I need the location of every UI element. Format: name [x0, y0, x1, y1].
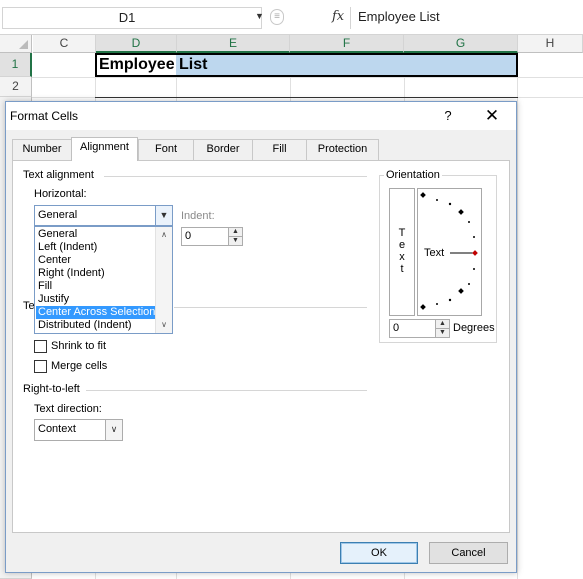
text-direction-value: Context: [38, 423, 76, 435]
column-header-g[interactable]: G: [404, 35, 518, 53]
cell-d1[interactable]: Employee List: [99, 55, 207, 75]
horizontal-label: Horizontal:: [34, 188, 87, 200]
formula-input[interactable]: Employee List: [350, 7, 583, 29]
dialog-title-bar[interactable]: Format Cells ? ✕: [6, 102, 516, 130]
right-to-left-label: Right-to-left: [23, 383, 80, 395]
orientation-dial-text: Text: [424, 247, 445, 259]
option-justify[interactable]: Justify: [36, 293, 155, 306]
tab-border[interactable]: Border: [193, 139, 253, 160]
text-alignment-label: Text alignment: [23, 169, 94, 181]
column-header-f[interactable]: F: [290, 35, 404, 53]
text-control-label: Te: [23, 300, 35, 312]
shrink-to-fit-checkbox[interactable]: [34, 340, 47, 353]
vertical-text-button[interactable]: T e x t: [389, 188, 415, 316]
shrink-to-fit-label[interactable]: Shrink to fit: [51, 340, 106, 352]
insert-function-icon[interactable]: fx: [332, 9, 344, 24]
column-header-e[interactable]: E: [177, 35, 290, 53]
tab-font[interactable]: Font: [138, 139, 194, 160]
chevron-down-icon[interactable]: ∨: [105, 420, 122, 440]
column-header-d[interactable]: D: [96, 35, 177, 53]
formula-bar-grip-icon[interactable]: ≡: [270, 9, 284, 25]
select-all-corner[interactable]: [0, 35, 32, 53]
help-button[interactable]: ?: [438, 106, 458, 126]
spin-down-icon[interactable]: ▼: [436, 328, 449, 337]
option-fill[interactable]: Fill: [36, 280, 155, 293]
close-icon[interactable]: ✕: [478, 104, 506, 128]
option-right-indent[interactable]: Right (Indent): [36, 267, 155, 280]
option-center[interactable]: Center: [36, 254, 155, 267]
text-direction-select[interactable]: Context ∨: [34, 419, 123, 441]
spin-up-icon[interactable]: ▲: [229, 228, 242, 237]
horizontal-select-value: General: [38, 209, 78, 221]
list-scrollbar[interactable]: ∧ ∨: [155, 227, 172, 333]
degrees-label: Degrees: [453, 322, 495, 334]
option-general[interactable]: General: [36, 228, 155, 241]
merge-cells-label[interactable]: Merge cells: [51, 360, 107, 372]
tab-fill[interactable]: Fill: [252, 139, 307, 160]
option-center-across-selection[interactable]: Center Across Selection: [36, 306, 155, 319]
scroll-down-icon[interactable]: ∨: [156, 318, 172, 332]
row-3-border: [95, 97, 518, 98]
row-header-2[interactable]: 2: [0, 77, 32, 97]
tab-alignment[interactable]: Alignment: [71, 137, 138, 161]
column-header-c[interactable]: C: [33, 35, 96, 53]
dialog-title: Format Cells: [10, 109, 79, 123]
name-box[interactable]: D1: [2, 7, 262, 29]
degrees-stepper[interactable]: 0 ▲ ▼: [389, 319, 450, 338]
orientation-label: Orientation: [384, 169, 442, 181]
text-direction-label: Text direction:: [34, 403, 102, 415]
format-cells-dialog: Format Cells ? ✕ Number Alignment Font B…: [5, 101, 517, 573]
indent-value: 0: [185, 230, 192, 242]
column-header-h[interactable]: H: [518, 35, 583, 53]
merge-cells-checkbox[interactable]: [34, 360, 47, 373]
tab-protection[interactable]: Protection: [306, 139, 379, 160]
indent-stepper[interactable]: 0 ▲ ▼: [181, 227, 243, 246]
chevron-down-icon[interactable]: ▼: [155, 206, 172, 225]
spin-down-icon[interactable]: ▼: [229, 236, 242, 245]
cancel-button[interactable]: Cancel: [429, 542, 508, 564]
tab-number[interactable]: Number: [12, 139, 72, 160]
row-header-1[interactable]: 1: [0, 53, 32, 77]
scroll-up-icon[interactable]: ∧: [156, 228, 172, 242]
ok-button[interactable]: OK: [340, 542, 418, 564]
orientation-dial[interactable]: Text: [417, 188, 482, 316]
name-box-dropdown-icon[interactable]: ▼: [255, 11, 264, 21]
degrees-value: 0: [393, 322, 400, 334]
indent-label: Indent:: [181, 210, 215, 222]
horizontal-options-list[interactable]: General Left (Indent) Center Right (Inde…: [34, 226, 173, 334]
option-distributed-indent[interactable]: Distributed (Indent): [36, 319, 155, 332]
option-left-indent[interactable]: Left (Indent): [36, 241, 155, 254]
formula-bar: D1 ▼ ≡ fx Employee List: [0, 0, 583, 35]
spin-up-icon[interactable]: ▲: [436, 320, 449, 329]
horizontal-select[interactable]: General ▼: [34, 205, 173, 226]
